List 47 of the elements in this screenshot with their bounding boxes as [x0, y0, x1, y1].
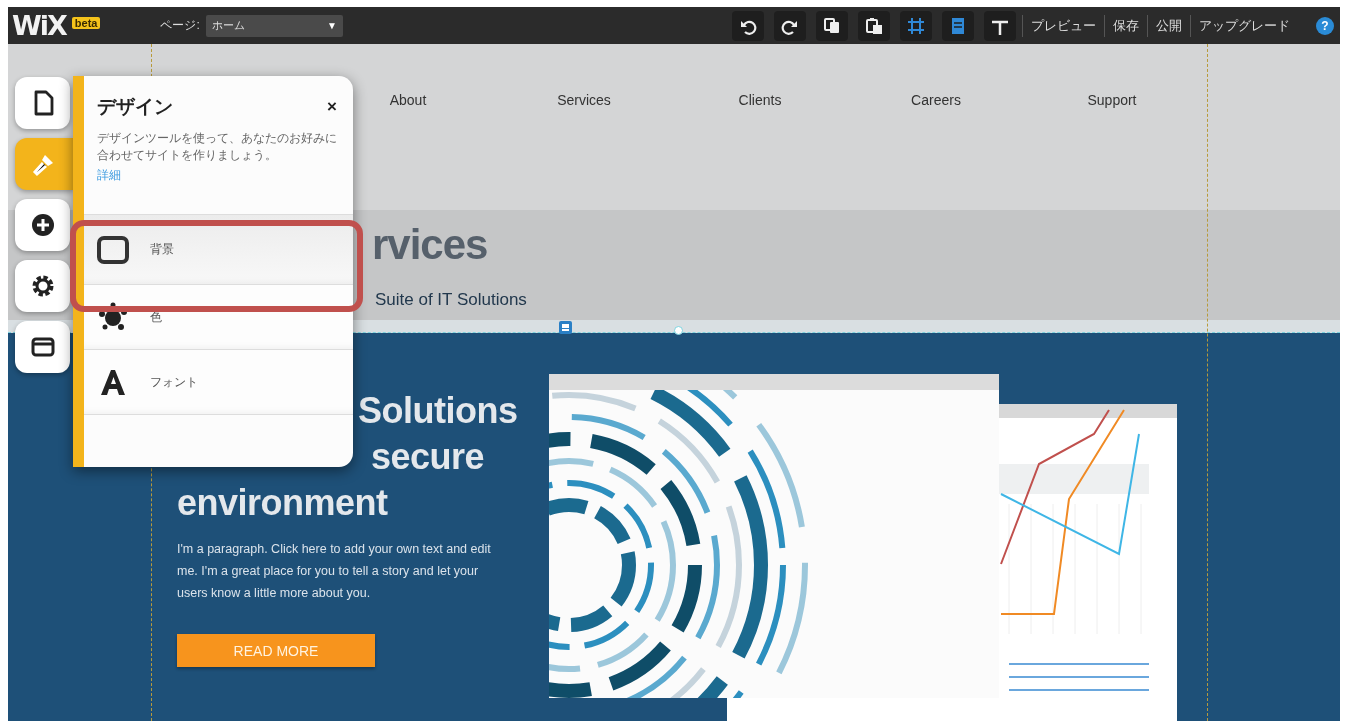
close-button[interactable]: ×: [327, 97, 337, 117]
design-menu-item[interactable]: 色: [84, 285, 353, 350]
grid-button[interactable]: [900, 10, 932, 41]
menu-link[interactable]: 保存: [1104, 14, 1147, 37]
redo-button[interactable]: [774, 10, 806, 41]
nav-link[interactable]: Careers: [911, 92, 961, 108]
nav-link[interactable]: Support: [1087, 92, 1137, 108]
nav-link[interactable]: About: [389, 92, 427, 108]
design-menu-item[interactable]: フォント: [84, 350, 353, 415]
plus-button[interactable]: [15, 199, 70, 251]
nav-link[interactable]: Services: [557, 92, 611, 108]
hero-headline: environment: [177, 481, 389, 525]
anchor-icon[interactable]: [559, 321, 572, 334]
dropdown-arrow: ▼: [326, 20, 337, 31]
wix-logo[interactable]: WiX: [12, 10, 66, 41]
beta-badge: beta: [71, 16, 101, 29]
page-label: ページ:: [160, 17, 200, 34]
banner-heading: rvices: [372, 222, 489, 268]
copy-button[interactable]: [816, 10, 848, 41]
layout-icon: [949, 16, 967, 35]
panel-description: デザインツールを使って、あなたのお好みに合わせてサイトを作りましょう。: [96, 131, 338, 163]
nav-link[interactable]: Clients: [738, 92, 782, 108]
undo-button[interactable]: [732, 10, 764, 41]
hero-paragraph: I'm a paragraph. Click here to add your own text and edit me. I'm a great place for you to tell a story and let your users know a little more about you.: [177, 541, 492, 602]
help-button[interactable]: ?: [1316, 16, 1334, 35]
menu-link[interactable]: プレビュー: [1022, 14, 1104, 37]
banner-subheading: Suite of IT Solutions: [375, 290, 528, 310]
paste-button[interactable]: [858, 10, 890, 41]
grid-icon: [907, 16, 925, 35]
square-icon: [96, 234, 130, 265]
hero-headline: secure: [371, 435, 486, 479]
gear-button[interactable]: [15, 260, 70, 312]
hero-headline: Solutions: [358, 389, 519, 433]
page-dropdown[interactable]: ホーム ▼: [205, 14, 343, 37]
design-menu-item[interactable]: 背景: [84, 215, 353, 285]
store-button[interactable]: [15, 321, 70, 373]
copy-icon: [823, 16, 841, 35]
menu-link[interactable]: 公開: [1147, 14, 1190, 37]
layout-button[interactable]: [942, 10, 974, 41]
resize-handle[interactable]: [674, 326, 683, 335]
menu-link[interactable]: アップグレード: [1190, 14, 1298, 37]
page-button[interactable]: [15, 77, 70, 129]
paste-icon: [865, 16, 883, 35]
paint-splash-icon: [96, 302, 130, 332]
panel-title: デザイン: [97, 95, 173, 119]
plus-icon: [29, 212, 56, 238]
brush-button[interactable]: [15, 138, 73, 190]
